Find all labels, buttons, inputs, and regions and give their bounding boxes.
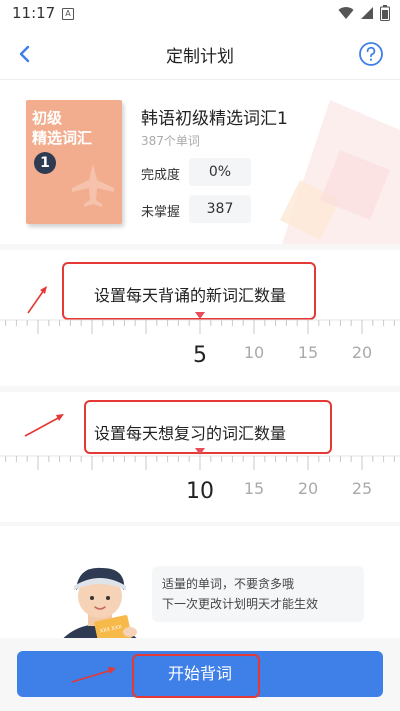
ruler-pointer <box>195 448 205 455</box>
review-words-ruler[interactable]: 10 15 20 25 <box>0 448 400 518</box>
mascot-illustration: XXX XXX <box>63 567 137 638</box>
book-cover: 初级 精选词汇 1 <box>26 100 122 224</box>
unmastered-label: 未掌握 <box>141 205 181 220</box>
wifi-icon <box>338 7 354 20</box>
airplane-icon <box>72 164 114 207</box>
plan-page: 11:17 A 定制计划 初级 精选词汇 1 韩语初级精选词汇1 387个单词 … <box>0 0 400 711</box>
status-icons <box>338 5 390 21</box>
completion-value: 0% <box>189 158 251 186</box>
ruler-tick-label[interactable]: 10 <box>244 343 264 362</box>
ruler-selected-label[interactable]: 10 <box>186 479 214 504</box>
new-words-heading: 设置每天背诵的新词汇数量 <box>94 286 287 305</box>
tip-section: XXX XXX 适量的单词，不要贪多哦 下一次更改计划明天才能生效 <box>0 526 400 638</box>
book-word-count: 387个单词 <box>141 134 200 148</box>
ruler-tick-label[interactable]: 15 <box>298 343 318 362</box>
review-words-section: 设置每天想复习的词汇数量 10 15 20 25 <box>0 392 400 522</box>
tip-bubble: 适量的单词，不要贪多哦 下一次更改计划明天才能生效 <box>152 566 364 622</box>
new-words-ruler[interactable]: 5 10 15 20 <box>0 312 400 382</box>
annotation-arrow <box>24 414 64 437</box>
ruler-tick-label[interactable]: 20 <box>298 479 318 498</box>
status-bar: 11:17 A <box>0 0 400 28</box>
new-words-section: 设置每天背诵的新词汇数量 5 10 15 20 <box>0 250 400 386</box>
page-title: 定制计划 <box>166 47 234 67</box>
ruler-tick-label[interactable]: 20 <box>352 343 372 362</box>
nav-bar: 定制计划 <box>0 28 400 80</box>
book-title: 韩语初级精选词汇1 <box>141 109 288 129</box>
book-card: 初级 精选词汇 1 韩语初级精选词汇1 387个单词 完成度 0% 未掌握 38… <box>0 80 400 244</box>
tip-line2: 下一次更改计划明天才能生效 <box>162 597 319 611</box>
status-time: 11:17 <box>12 4 56 22</box>
review-words-heading: 设置每天想复习的词汇数量 <box>94 424 287 443</box>
question-circle-icon[interactable] <box>358 41 384 67</box>
tip-line1: 适量的单词，不要贪多哦 <box>162 577 295 591</box>
book-cover-line2: 精选词汇 <box>32 129 93 147</box>
book-cover-line1: 初级 <box>32 109 63 127</box>
notification-icon: A <box>62 8 74 20</box>
book-number-badge: 1 <box>34 152 56 174</box>
battery-icon <box>380 5 390 21</box>
signal-icon <box>361 7 373 19</box>
annotation-arrow <box>71 667 116 683</box>
completion-label: 完成度 <box>141 168 181 183</box>
bottom-bar: 开始背词 <box>0 638 400 711</box>
ruler-pointer <box>195 312 205 319</box>
ruler-selected-label[interactable]: 5 <box>193 343 207 368</box>
ruler-tick-label[interactable]: 25 <box>352 479 372 498</box>
ruler-tick-label[interactable]: 15 <box>244 479 264 498</box>
annotation-box <box>132 654 260 698</box>
unmastered-value: 387 <box>189 195 251 223</box>
